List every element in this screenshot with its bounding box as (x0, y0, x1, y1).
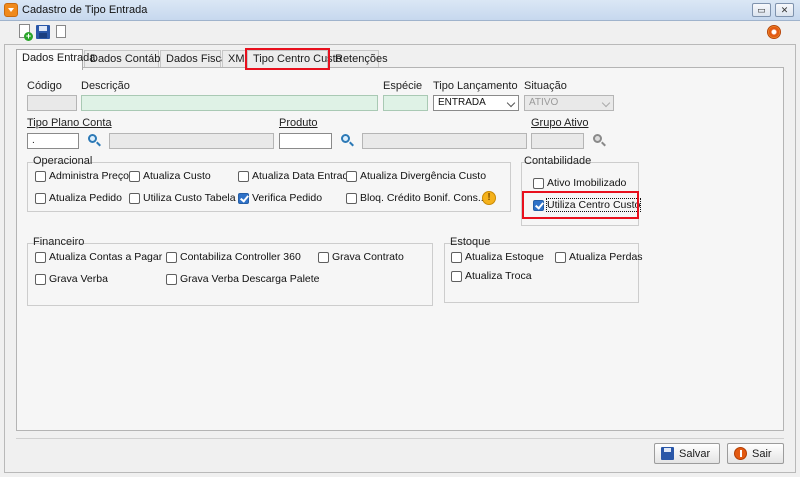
codigo-field[interactable] (27, 95, 77, 111)
chevron-down-icon (601, 98, 611, 108)
tab-dados-entrada[interactable]: Dados Entrada (16, 49, 95, 70)
app-menu-icon[interactable] (4, 3, 18, 17)
new-record-icon[interactable]: + (17, 24, 33, 41)
tab-panel-dados-entrada: Código Descrição Espécie Tipo Lançamento… (16, 67, 784, 431)
tipo-plano-conta-field[interactable]: . (27, 133, 79, 149)
search-icon[interactable] (591, 133, 607, 149)
tab-dados-contabeis[interactable]: Dados Contábeis (84, 50, 174, 68)
search-icon[interactable] (86, 133, 102, 149)
estoque-title: Estoque (450, 236, 491, 248)
save-button[interactable]: Salvar (654, 443, 720, 464)
produto-field[interactable] (279, 133, 332, 149)
grupo-ativo-label[interactable]: Grupo Ativo (531, 117, 588, 129)
tipo-lancamento-select[interactable]: ENTRADA (433, 95, 519, 111)
tab-xml[interactable]: XML (222, 50, 251, 68)
info-icon[interactable]: ! (482, 191, 496, 205)
chevron-down-icon (506, 98, 516, 108)
produto-label[interactable]: Produto (279, 117, 318, 129)
situacao-select[interactable]: ATIVO (524, 95, 614, 111)
window-title: Cadastro de Tipo Entrada (22, 4, 148, 16)
bottom-bar: Salvar Sair (16, 438, 784, 468)
tipo-plano-conta-description (109, 133, 274, 149)
help-icon[interactable] (767, 25, 781, 39)
especie-field[interactable] (383, 95, 428, 111)
codigo-label: Código (27, 80, 62, 92)
tipo-lancamento-label: Tipo Lançamento (433, 80, 518, 92)
save-icon (661, 447, 674, 460)
financeiro-title: Financeiro (33, 236, 85, 248)
especie-label: Espécie (383, 80, 423, 92)
descricao-label: Descrição (81, 80, 130, 92)
restore-window-button[interactable]: ▭ (752, 3, 771, 17)
tab-tipo-centro-custo[interactable]: Tipo Centro Custo (245, 48, 342, 70)
grupo-ativo-field[interactable] (531, 133, 584, 149)
copy-icon[interactable] (53, 24, 69, 40)
highlight-box (522, 191, 639, 219)
contabilidade-title: Contabilidade (524, 155, 592, 167)
tipo-plano-conta-label[interactable]: Tipo Plano Conta (27, 117, 112, 129)
search-icon[interactable] (339, 133, 355, 149)
exit-button[interactable]: Sair (727, 443, 784, 464)
tab-dados-fiscais[interactable]: Dados Fiscais (160, 50, 235, 68)
title-bar: Cadastro de Tipo Entrada ▭ ✕ (0, 0, 800, 21)
situacao-label: Situação (524, 80, 567, 92)
operacional-title: Operacional (33, 155, 93, 167)
produto-description (362, 133, 527, 149)
toolbar: + (0, 21, 800, 43)
close-window-button[interactable]: ✕ (775, 3, 794, 17)
exit-icon (734, 447, 747, 460)
descricao-field[interactable] (81, 95, 378, 111)
save-icon[interactable] (35, 24, 51, 40)
